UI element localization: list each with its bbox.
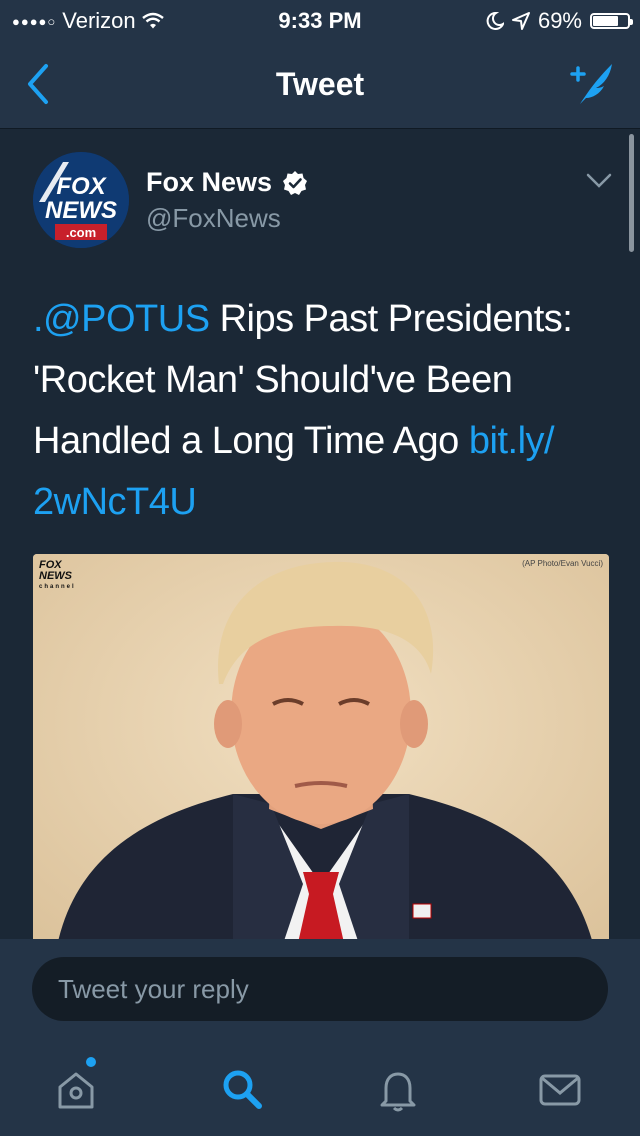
author-name-row[interactable]: Fox News — [146, 167, 308, 198]
avatar[interactable]: FOX NEWS .com — [33, 152, 129, 248]
reply-area — [0, 939, 640, 1041]
svg-text:FOX: FOX — [56, 173, 107, 200]
scrollbar[interactable] — [629, 134, 634, 252]
tweet-media-image[interactable]: FOX NEWS channel (AP Photo/Evan Vucci) — [33, 554, 609, 939]
verified-badge-icon — [283, 170, 308, 195]
status-bar: ●●●●○ Verizon 9:33 PM 69% — [0, 0, 640, 40]
fox-news-channel-logo: FOX NEWS channel — [39, 559, 76, 591]
tab-home[interactable] — [50, 1057, 102, 1115]
mention-link[interactable]: .@POTUS — [33, 298, 210, 340]
tweet-text: .@POTUS Rips Past Presidents: 'Rocket Ma… — [33, 289, 608, 533]
tab-notifications[interactable] — [372, 1063, 424, 1115]
home-notification-dot — [86, 1057, 96, 1067]
bell-icon — [380, 1072, 416, 1112]
tab-search[interactable] — [216, 1063, 268, 1115]
compose-tweet-icon — [570, 64, 612, 104]
reply-input[interactable] — [32, 957, 608, 1021]
mail-icon — [539, 1074, 581, 1106]
photo-portrait — [33, 554, 609, 939]
author-handle[interactable]: @FoxNews — [146, 203, 281, 234]
svg-text:NEWS: NEWS — [45, 197, 117, 224]
nav-bar: Tweet — [0, 40, 640, 129]
location-arrow-icon — [511, 12, 530, 30]
compose-button[interactable] — [566, 58, 618, 110]
battery-icon — [590, 13, 633, 29]
tweet-detail: FOX NEWS .com Fox News @FoxNews .@POTUS … — [0, 129, 640, 939]
status-right: 69% — [486, 8, 633, 34]
moon-icon — [486, 12, 504, 30]
tab-messages[interactable] — [534, 1063, 586, 1115]
page-title: Tweet — [275, 66, 365, 102]
fox-news-logo: FOX NEWS .com — [33, 152, 129, 248]
battery-fill — [593, 16, 618, 26]
search-icon — [223, 1070, 262, 1109]
svg-text:.com: .com — [66, 225, 96, 240]
battery-percent: 69% — [537, 8, 582, 33]
author-name: Fox News — [146, 167, 273, 197]
tab-bar — [0, 1041, 640, 1136]
photo-credit: (AP Photo/Evan Vucci) — [522, 559, 603, 568]
chevron-down-icon[interactable] — [586, 173, 612, 189]
home-icon — [58, 1072, 94, 1109]
